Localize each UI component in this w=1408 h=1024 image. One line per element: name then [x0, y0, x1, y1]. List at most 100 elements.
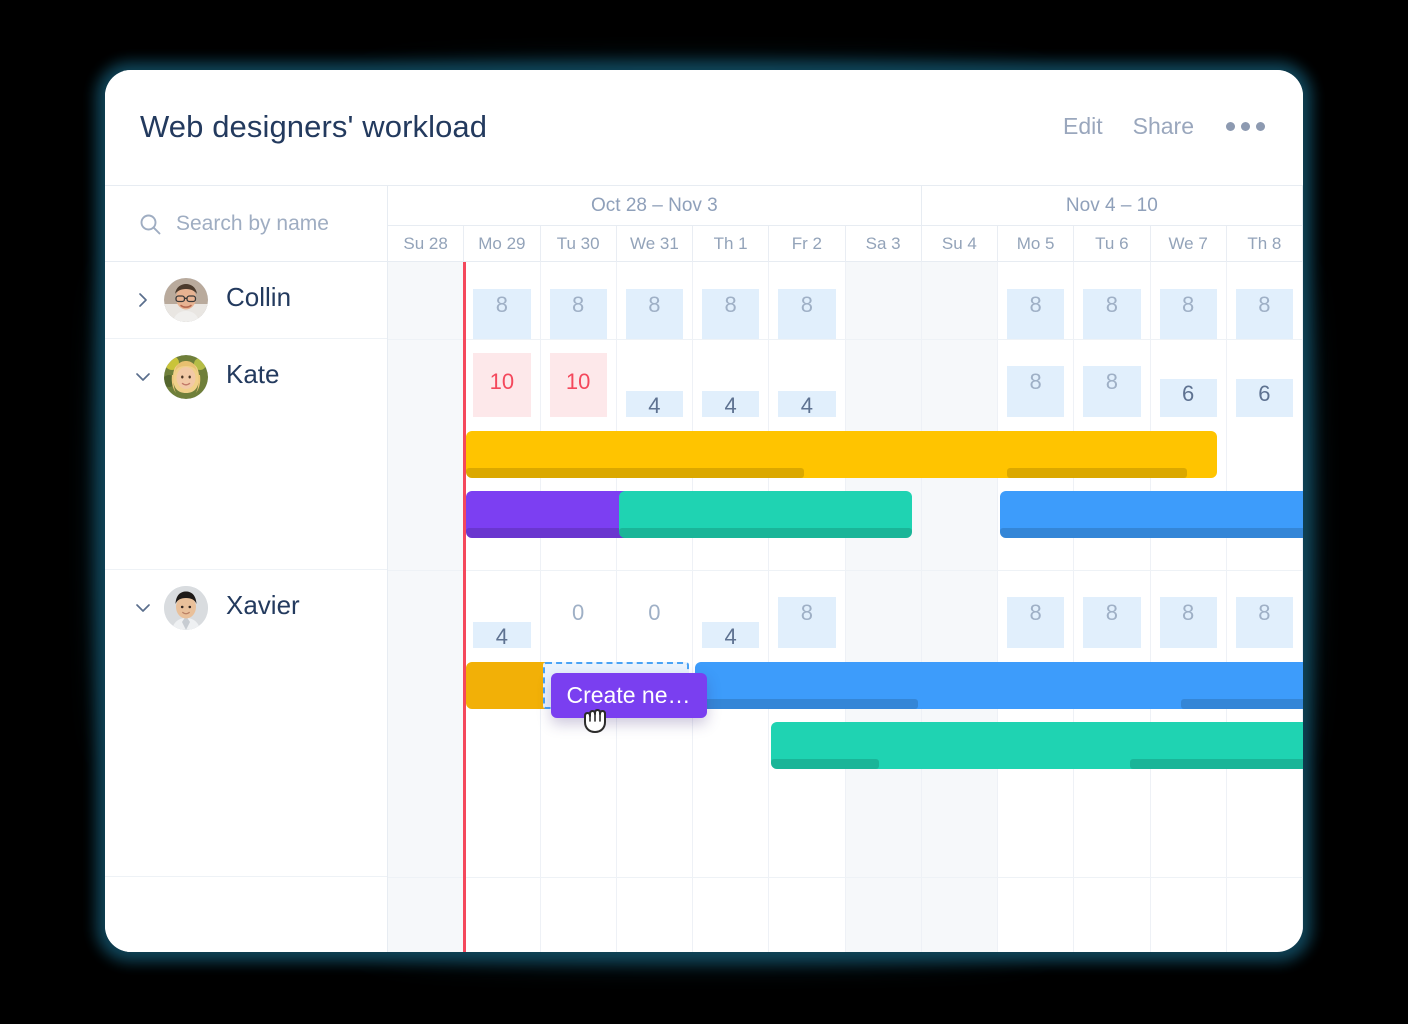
avatar-collin — [164, 278, 208, 322]
load-value: 8 — [572, 292, 585, 317]
load-value: 8 — [1029, 600, 1042, 625]
load-cell[interactable]: 6 — [1235, 353, 1293, 417]
week-header-row: Oct 28 – Nov 3 Nov 4 – 10 — [388, 186, 1303, 226]
row-separator — [388, 339, 1303, 340]
person-name: Collin — [226, 282, 292, 312]
load-value: 8 — [1105, 600, 1118, 625]
person-row-collin[interactable]: Collin — [105, 262, 387, 339]
gantt-bar-progress — [771, 759, 880, 769]
day-header-su-28: Su 28 — [388, 226, 465, 262]
load-cell[interactable]: 0 — [550, 584, 607, 648]
edit-button[interactable]: Edit — [1063, 113, 1103, 140]
gantt-bar-progress-segment — [1007, 468, 1188, 478]
person-name: Xavier — [226, 590, 300, 620]
share-button[interactable]: Share — [1133, 113, 1194, 140]
load-value: 8 — [1105, 292, 1118, 317]
load-cell[interactable]: 8 — [778, 276, 836, 340]
gantt-bar[interactable] — [466, 431, 1218, 478]
gantt-bar[interactable] — [1000, 491, 1303, 538]
gantt-bar-progress-segment — [1130, 759, 1303, 769]
load-value: 8 — [1258, 600, 1271, 625]
timeline-grid: 8 8 8 8 8 8 8 8 8 10 10 4 4 4 8 8 6 6 4 0 0 4 8 8 8 8 8 Create ne… — [388, 262, 1303, 952]
load-cell[interactable]: 8 — [1235, 584, 1293, 648]
day-column-sa-3[interactable] — [845, 262, 922, 952]
load-value: 0 — [572, 600, 585, 625]
load-cell[interactable]: 4 — [702, 584, 760, 649]
load-cell[interactable]: 8 — [1159, 584, 1217, 648]
load-cell[interactable]: 10 — [549, 353, 607, 417]
title-bar: Web designers' workload Edit Share — [105, 70, 1303, 185]
chevron-down-icon[interactable] — [133, 367, 153, 387]
load-cell[interactable]: 4 — [473, 584, 531, 648]
day-column-su-4[interactable] — [921, 262, 998, 952]
search-icon — [140, 214, 161, 234]
load-value: 8 — [724, 292, 737, 317]
page-title: Web designers' workload — [140, 109, 488, 144]
people-column: Search by name Collin Kate Xavier — [105, 186, 388, 952]
load-value: 8 — [1182, 600, 1195, 625]
load-cell[interactable]: 8 — [702, 276, 760, 340]
avatar-kate-image — [164, 355, 208, 399]
load-cell[interactable]: 8 — [1083, 584, 1141, 648]
load-cell[interactable]: 8 — [549, 276, 607, 340]
day-header-th-8: Th 8 — [1227, 226, 1303, 262]
load-value: 4 — [648, 393, 661, 418]
load-cell[interactable]: 0 — [626, 584, 683, 648]
day-header-tu-30: Tu 30 — [541, 226, 617, 262]
gantt-bar-progress — [618, 528, 912, 538]
people-list: Collin Kate Xavier — [105, 262, 387, 877]
dot — [1241, 122, 1250, 131]
dot — [1226, 122, 1235, 131]
app-window: Web designers' workload Edit Share Searc… — [105, 70, 1303, 952]
chevron-down-icon[interactable] — [133, 598, 153, 618]
day-header-tu-6: Tu 6 — [1074, 226, 1151, 262]
day-header-sa-3: Sa 3 — [846, 226, 922, 262]
load-cell[interactable]: 4 — [625, 353, 683, 418]
more-options-icon[interactable] — [1224, 114, 1267, 139]
load-cell[interactable]: 8 — [625, 276, 683, 340]
row-separator — [388, 570, 1303, 571]
person-row-xavier[interactable]: Xavier — [105, 570, 387, 877]
load-value: 8 — [1029, 369, 1042, 394]
gantt-bar-progress-segment — [1181, 699, 1303, 709]
load-value: 8 — [800, 600, 813, 625]
gantt-bar-progress — [466, 468, 805, 478]
load-cell[interactable]: 8 — [473, 276, 531, 340]
day-header-row: Su 28 Mo 29 Tu 30 We 31 Th 1 Fr 2 Sa 3 Su 4 Mo 5… — [388, 226, 1303, 262]
load-cell[interactable]: 8 — [1083, 276, 1141, 340]
gantt-bar-progress — [1000, 528, 1303, 538]
load-cell[interactable]: 8 — [1007, 584, 1065, 648]
load-value: 0 — [648, 600, 661, 625]
day-column-su-28[interactable] — [388, 262, 465, 952]
load-cell[interactable]: 8 — [1007, 276, 1065, 340]
search-input[interactable]: Search by name — [105, 186, 387, 262]
person-name: Kate — [226, 359, 280, 389]
load-cell[interactable]: 8 — [778, 584, 836, 648]
day-header-we-7: We 7 — [1151, 226, 1227, 262]
load-cell[interactable]: 10 — [473, 353, 531, 417]
load-cell[interactable]: 6 — [1159, 353, 1217, 417]
load-value: 10 — [565, 369, 591, 394]
load-cell[interactable]: 8 — [1083, 353, 1141, 417]
load-value: 10 — [489, 369, 515, 394]
person-row-kate[interactable]: Kate — [105, 339, 387, 570]
row-separator — [388, 877, 1303, 878]
load-cell[interactable]: 4 — [702, 353, 760, 417]
load-value: 6 — [1258, 381, 1271, 406]
gantt-bar[interactable] — [618, 491, 913, 538]
load-value: 4 — [724, 624, 737, 649]
load-value: 8 — [1105, 369, 1118, 394]
search-placeholder: Search by name — [176, 211, 329, 235]
load-value: 4 — [800, 393, 813, 418]
gantt-bar[interactable] — [695, 662, 1303, 709]
drag-chip[interactable]: Create ne… — [550, 673, 707, 718]
today-marker-line — [463, 262, 467, 952]
day-header-su-4: Su 4 — [922, 226, 998, 262]
load-cell[interactable]: 8 — [1159, 276, 1217, 340]
load-cell[interactable]: 8 — [1007, 353, 1065, 417]
workload-board: Search by name Collin Kate Xavier Oct 28… — [105, 185, 1303, 952]
gantt-bar[interactable] — [771, 722, 1303, 769]
load-cell[interactable]: 4 — [778, 353, 836, 418]
load-cell[interactable]: 8 — [1235, 276, 1293, 340]
chevron-right-icon[interactable] — [133, 290, 153, 310]
